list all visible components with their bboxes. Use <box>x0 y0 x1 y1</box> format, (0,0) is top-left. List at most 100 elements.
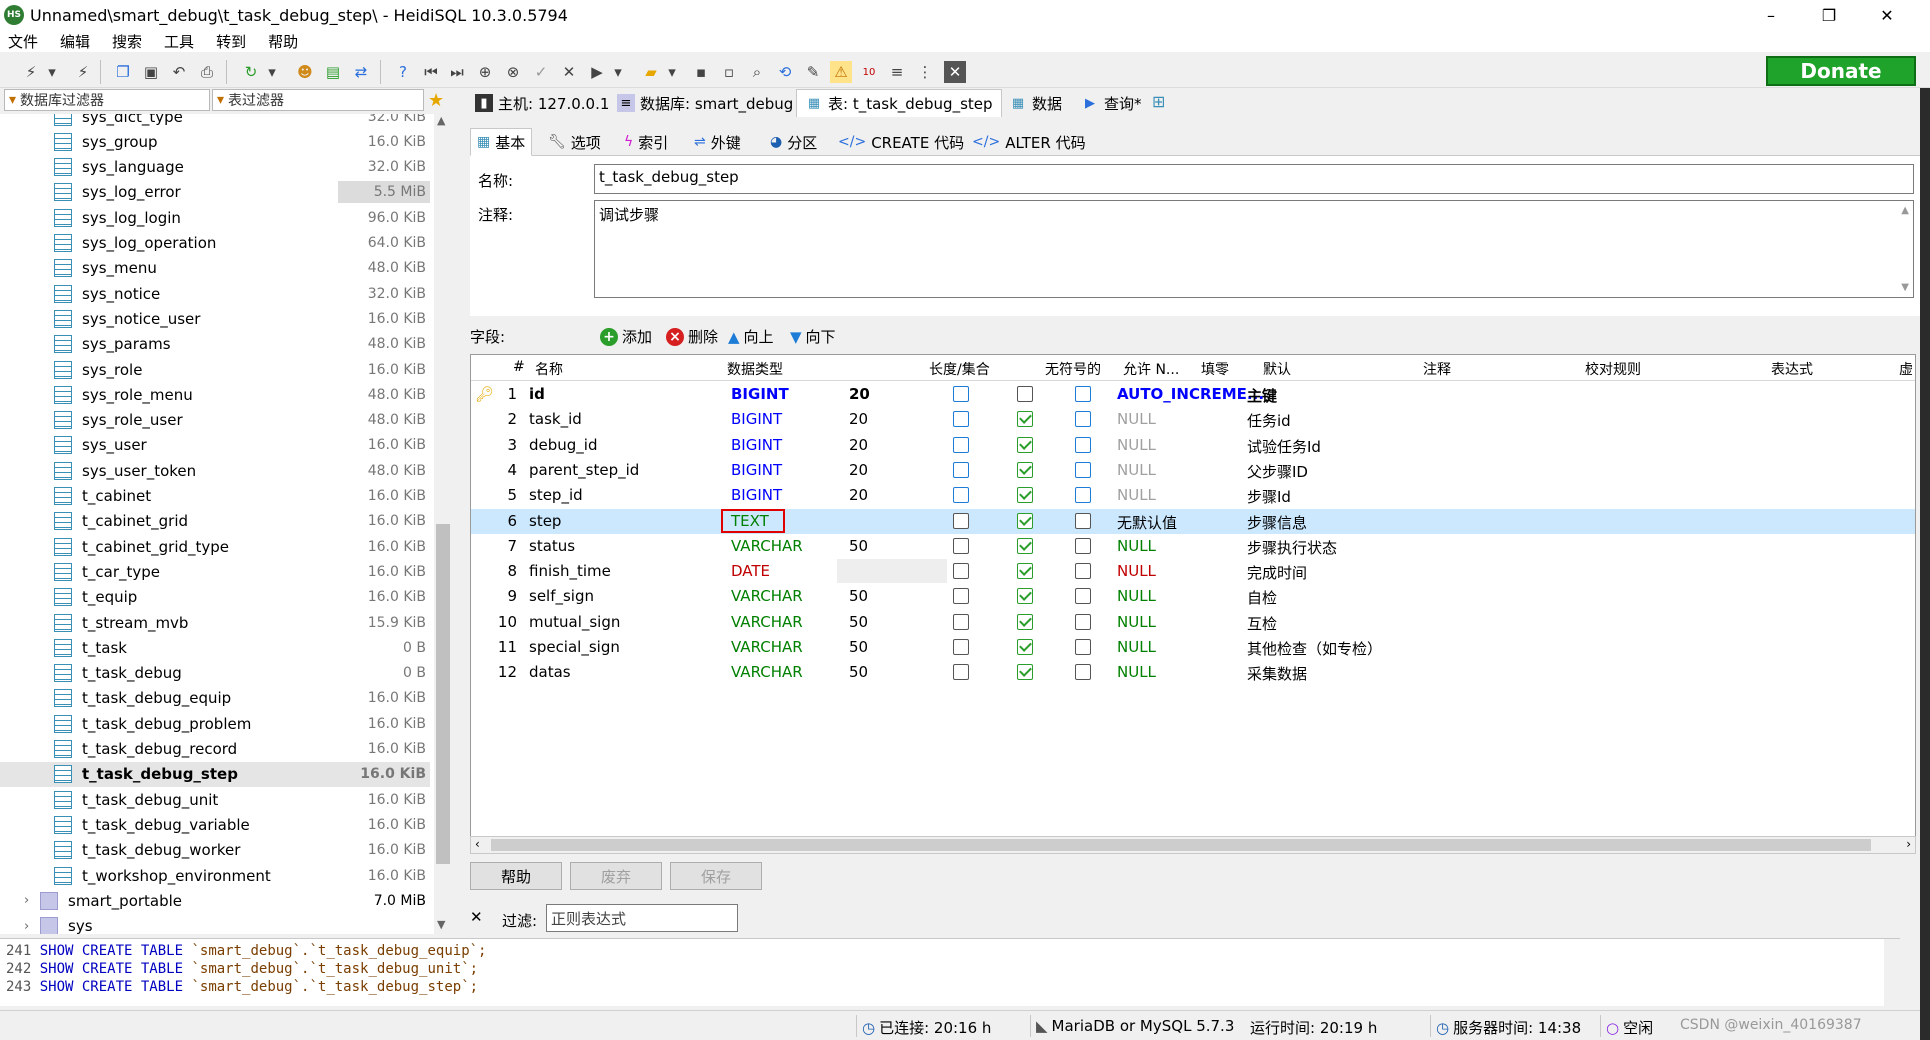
length-cell[interactable]: 20 <box>849 461 868 479</box>
wrap-icon[interactable]: ≡ <box>886 61 908 83</box>
tab-alter-code[interactable]: </> ALTER 代码 <box>966 128 1092 156</box>
column-header[interactable]: 数据类型 <box>727 359 783 379</box>
zerofill-checkbox[interactable] <box>1075 639 1091 655</box>
print-icon[interactable]: ⎙ <box>196 61 218 83</box>
comment-cell[interactable]: 采集数据 <box>1247 663 1307 684</box>
unsigned-checkbox[interactable] <box>953 563 969 580</box>
unsigned-checkbox[interactable] <box>953 664 969 681</box>
length-cell[interactable]: 50 <box>849 663 868 681</box>
field-name-cell[interactable]: parent_step_id <box>529 461 639 479</box>
column-header[interactable]: 长度/集合 <box>929 359 990 379</box>
unsigned-checkbox[interactable] <box>953 487 969 504</box>
log-scrollbar[interactable] <box>1884 939 1900 1007</box>
default-cell[interactable]: NULL <box>1117 613 1156 631</box>
table-filter-input[interactable]: ▾ 表过滤器 <box>212 89 424 111</box>
tab-indexes[interactable]: ϟ 索引 <box>618 128 674 156</box>
unsigned-checkbox[interactable] <box>953 436 969 453</box>
default-cell[interactable]: NULL <box>1117 663 1156 681</box>
tree-item-database[interactable]: › sys <box>0 914 430 934</box>
zerofill-checkbox[interactable] <box>1075 487 1091 504</box>
data-type-cell[interactable]: VARCHAR <box>731 537 803 555</box>
menu-file[interactable]: 文件 <box>8 31 38 52</box>
undo-icon[interactable]: ↶ <box>168 61 190 83</box>
binary-icon[interactable]: 10 <box>858 61 880 83</box>
export-icon[interactable]: ▤ <box>322 61 344 83</box>
tree-scrollbar[interactable]: ▲ ▼ <box>434 114 452 934</box>
tab-query[interactable]: ▶ 查询* <box>1072 89 1151 117</box>
tree-item-table[interactable]: t_stream_mvb 15.9 KiB <box>0 610 430 635</box>
transfer-icon[interactable]: ⇄ <box>350 61 372 83</box>
find-icon[interactable]: ⌕ <box>746 61 768 83</box>
tree-item-table[interactable]: sys_group 16.0 KiB <box>0 129 430 154</box>
table-row[interactable]: 8 finish_time DATE NULL 完成时间 <box>471 559 1915 584</box>
delete-row-icon[interactable]: ⊗ <box>502 61 524 83</box>
tree-item-table[interactable]: sys_user 16.0 KiB <box>0 433 430 458</box>
field-name-cell[interactable]: finish_time <box>529 562 611 580</box>
table-row[interactable]: 4 parent_step_id BIGINT 20 NULL 父步骤ID <box>471 458 1915 483</box>
tree-item-table[interactable]: sys_menu 48.0 KiB <box>0 256 430 281</box>
open-folder-icon[interactable]: ▰ <box>640 61 662 83</box>
allow-null-checkbox[interactable] <box>1017 613 1033 630</box>
move-down-button[interactable]: ▼ 向下 <box>790 326 836 347</box>
data-type-cell[interactable]: VARCHAR <box>731 638 803 656</box>
tree-item-table[interactable]: t_cabinet_grid_type 16.0 KiB <box>0 534 430 559</box>
field-name-cell[interactable]: self_sign <box>529 587 594 605</box>
tab-database[interactable]: ≡ 数据库: smart_debug <box>608 89 802 117</box>
unsigned-checkbox[interactable] <box>953 537 969 554</box>
allow-null-checkbox[interactable] <box>1017 411 1033 428</box>
tree-item-table[interactable]: t_task_debug_variable 16.0 KiB <box>0 812 430 837</box>
column-header[interactable]: 填零 <box>1201 359 1229 379</box>
column-header[interactable]: 允许 N... <box>1123 359 1179 379</box>
allow-null-checkbox[interactable] <box>1017 639 1033 655</box>
tree-item-table[interactable]: t_task_debug_worker 16.0 KiB <box>0 838 430 863</box>
unsigned-checkbox[interactable] <box>953 512 969 529</box>
tab-host[interactable]: ▮ 主机: 127.0.0.1 <box>466 89 618 117</box>
column-header[interactable]: # <box>513 359 525 375</box>
length-cell[interactable]: 50 <box>849 587 868 605</box>
zerofill-checkbox[interactable] <box>1075 512 1091 529</box>
disconnect-icon[interactable]: ⚡ <box>72 61 94 83</box>
column-header[interactable]: 虚 <box>1899 359 1913 379</box>
favorite-star-icon[interactable]: ★ <box>428 90 444 111</box>
stop-icon[interactable]: ⋮ <box>914 61 936 83</box>
allow-null-checkbox[interactable] <box>1017 461 1033 478</box>
tree-item-table[interactable]: t_task_debug_equip 16.0 KiB <box>0 686 430 711</box>
users-icon[interactable]: ☻ <box>294 61 316 83</box>
last-record-icon[interactable]: ⏭ <box>446 61 468 83</box>
menu-tools[interactable]: 工具 <box>164 31 194 52</box>
data-type-cell[interactable]: BIGINT <box>731 461 782 479</box>
zerofill-checkbox[interactable] <box>1075 411 1091 428</box>
first-record-icon[interactable]: ⏮ <box>420 61 442 83</box>
tree-item-table[interactable]: t_task_debug_unit 16.0 KiB <box>0 787 430 812</box>
table-row[interactable]: 6 step TEXT 无默认值 步骤信息 <box>471 508 1915 534</box>
allow-null-checkbox[interactable] <box>1017 436 1033 453</box>
dropdown-arrow-icon[interactable]: ▾ <box>666 61 678 83</box>
menu-goto[interactable]: 转到 <box>216 31 246 52</box>
default-cell[interactable]: NULL <box>1117 638 1156 656</box>
grid-scroll-thumb[interactable] <box>491 839 1871 851</box>
paste-icon[interactable]: ▣ <box>140 61 162 83</box>
default-cell[interactable]: NULL <box>1117 537 1156 555</box>
default-cell[interactable]: NULL <box>1117 587 1156 605</box>
close-tab-icon[interactable]: ✕ <box>944 61 966 83</box>
dropdown-arrow-icon[interactable]: ▾ <box>46 61 58 83</box>
tree-item-table[interactable]: t_task_debug_record 16.0 KiB <box>0 737 430 762</box>
field-name-cell[interactable]: step_id <box>529 486 583 504</box>
table-row[interactable]: 9 self_sign VARCHAR 50 NULL 自检 <box>471 584 1915 609</box>
tree-item-table[interactable]: sys_language 32.0 KiB <box>0 155 430 180</box>
tree-item-table[interactable]: sys_role 16.0 KiB <box>0 357 430 382</box>
tree-item-table[interactable]: sys_role_user 48.0 KiB <box>0 408 430 433</box>
length-cell[interactable]: 20 <box>849 436 868 454</box>
minimize-button[interactable]: – <box>1748 0 1794 30</box>
length-cell[interactable]: 20 <box>849 486 868 504</box>
save-as-icon[interactable]: ▫ <box>718 61 740 83</box>
comment-cell[interactable]: 任务id <box>1247 410 1291 431</box>
zerofill-checkbox[interactable] <box>1075 563 1091 580</box>
tree-item-table[interactable]: sys_log_login 96.0 KiB <box>0 205 430 230</box>
column-header[interactable]: 名称 <box>535 359 563 379</box>
comment-cell[interactable]: 互检 <box>1247 613 1277 634</box>
unsigned-checkbox[interactable] <box>953 461 969 478</box>
table-row[interactable]: 2 task_id BIGINT 20 NULL 任务id <box>471 407 1915 432</box>
add-field-button[interactable]: + 添加 <box>600 326 652 347</box>
copy-icon[interactable]: ❐ <box>112 61 134 83</box>
